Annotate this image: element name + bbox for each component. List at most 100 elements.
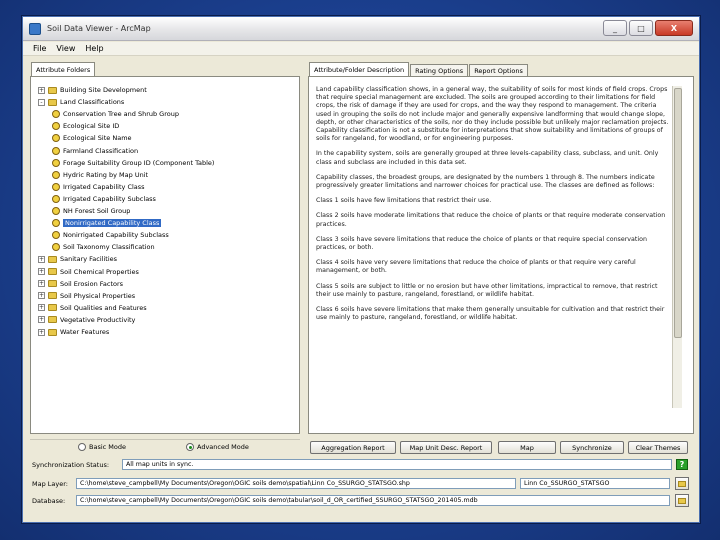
menu-file[interactable]: File — [29, 44, 50, 53]
attribute-icon — [52, 207, 60, 215]
basic-mode-radio[interactable] — [78, 443, 86, 451]
divider — [30, 439, 300, 440]
expand-icon[interactable]: + — [38, 268, 45, 275]
folder-icon — [48, 98, 57, 106]
map-layer-browse-button[interactable] — [675, 477, 689, 490]
synchronize-button[interactable]: Synchronize — [560, 441, 624, 454]
tree-item-row[interactable]: Conservation Tree and Shrub Group — [52, 108, 179, 120]
tree-item-row[interactable]: Irrigated Capability Subclass — [52, 193, 156, 205]
tree-item-row[interactable]: Hydric Rating by Map Unit — [52, 169, 148, 181]
map-button[interactable]: Map — [498, 441, 556, 454]
tree-item-label: Water Features — [60, 328, 110, 336]
tree-item-label: Forage Suitability Group ID (Component T… — [63, 158, 215, 167]
expand-icon[interactable]: + — [38, 255, 45, 263]
tree-folder-row[interactable]: + Building Site Development — [38, 84, 147, 96]
description-paragraph: Class 1 soils have few limitations that … — [316, 197, 492, 205]
tree-folder-row[interactable]: - Land Classifications — [38, 96, 124, 108]
description-text: Land capability classification shows, in… — [316, 86, 672, 406]
close-button[interactable]: X — [655, 20, 693, 36]
minimize-button[interactable]: _ — [603, 20, 627, 36]
tree-folder-row[interactable]: + Vegetative Productivity — [38, 314, 135, 326]
tab-report-options[interactable]: Report Options — [469, 64, 528, 76]
title-bar: Soil Data Viewer - ArcMap _ □ X — [23, 17, 699, 41]
tree-item-row[interactable]: NH Forest Soil Group — [52, 205, 130, 217]
attribute-icon — [52, 170, 60, 179]
tab-attribute-folders[interactable]: Attribute Folders — [31, 62, 96, 76]
folder-icon — [48, 304, 57, 312]
tree-folder-row[interactable]: + Sanitary Facilities — [38, 253, 117, 265]
tree-folder-row[interactable]: + Soil Qualities and Features — [38, 302, 147, 314]
folder-icon — [48, 280, 57, 288]
tab-attribute-description[interactable]: Attribute/Folder Description — [309, 62, 410, 76]
expand-icon[interactable]: + — [38, 316, 45, 324]
menu-view[interactable]: View — [52, 44, 79, 53]
folder-icon — [48, 292, 57, 300]
tree-item-label: Hydric Rating by Map Unit — [63, 170, 149, 179]
expand-icon[interactable]: + — [38, 328, 45, 336]
menu-bar: File View Help — [23, 42, 699, 56]
status-ok-icon: ? — [676, 459, 688, 470]
expand-icon[interactable]: + — [38, 304, 45, 312]
folder-icon — [48, 316, 57, 324]
advanced-mode-label: Advanced Mode — [197, 443, 249, 451]
map-unit-report-button[interactable]: Map Unit Desc. Report — [400, 441, 492, 454]
clear-themes-button[interactable]: Clear Themes — [628, 441, 688, 454]
tree-folder-row[interactable]: + Soil Erosion Factors — [38, 278, 123, 290]
description-paragraph: In the capability system, soils are gene… — [316, 150, 659, 166]
tab-rating-options[interactable]: Rating Options — [410, 64, 469, 76]
basic-mode-option[interactable]: Basic Mode — [78, 443, 126, 451]
tree-item-label: Soil Erosion Factors — [60, 279, 124, 288]
tree-item-label: Conservation Tree and Shrub Group — [63, 110, 179, 119]
attribute-icon — [52, 194, 60, 203]
collapse-icon[interactable]: - — [38, 98, 45, 106]
maximize-button[interactable]: □ — [629, 20, 653, 36]
tree-folder-row[interactable]: + Water Features — [38, 326, 109, 338]
attribute-icon — [52, 146, 60, 155]
app-icon — [29, 22, 41, 35]
map-layer-name-field[interactable]: Linn Co_SSURGO_STATSGO — [520, 478, 670, 489]
aggregation-report-button[interactable]: Aggregation Report — [310, 441, 396, 454]
advanced-mode-option[interactable]: Advanced Mode — [186, 443, 249, 451]
tree-item-label: Soil Physical Properties — [60, 291, 136, 300]
tree-item-row[interactable]: Farmland Classification — [52, 145, 138, 157]
tree-folder-row[interactable]: + Soil Physical Properties — [38, 290, 135, 302]
description-paragraph: Capability classes, the broadest groups,… — [316, 173, 655, 190]
tree-item-label: Irrigated Capability Subclass — [63, 194, 156, 203]
database-browse-button[interactable] — [675, 494, 689, 507]
tree-item-row[interactable]: Soil Taxonomy Classification — [52, 241, 155, 253]
attribute-icon — [52, 243, 60, 252]
tree-item-row[interactable]: Nonirrigated Capability Class — [52, 217, 162, 229]
tree-folder-row[interactable]: + Soil Chemical Properties — [38, 266, 139, 278]
tree-item-row[interactable]: Irrigated Capability Class — [52, 181, 145, 193]
attribute-icon — [52, 231, 60, 240]
basic-mode-label: Basic Mode — [89, 443, 126, 451]
tree-item-label: Ecological Site ID — [63, 122, 120, 131]
advanced-mode-radio[interactable] — [186, 443, 194, 451]
menu-help[interactable]: Help — [81, 44, 107, 53]
folder-icon — [48, 255, 57, 263]
folder-icon — [48, 268, 57, 275]
sync-status-label: Synchronization Status: — [32, 461, 110, 469]
description-paragraph: Class 4 soils have very severe limitatio… — [316, 259, 636, 275]
tree-item-row[interactable]: Forage Suitability Group ID (Component T… — [52, 157, 214, 169]
tree-item-label: Sanitary Facilities — [60, 255, 118, 264]
attribute-icon — [52, 182, 60, 191]
sync-status-field: All map units in sync. — [122, 459, 672, 470]
tree-item-row[interactable]: Ecological Site Name — [52, 132, 132, 144]
tree-item-label: Land Classifications — [60, 98, 125, 107]
description-scrollbar[interactable] — [672, 86, 682, 408]
attribute-icon — [52, 122, 60, 131]
folder-icon — [48, 86, 57, 94]
map-layer-path-field: C:\home\steve_campbell\My Documents\Oreg… — [76, 478, 516, 489]
tree-item-row[interactable]: Nonirrigated Capability Subclass — [52, 229, 169, 241]
attribute-tree: + Building Site Development - Land Classifi… — [38, 84, 296, 430]
folder-icon — [678, 497, 686, 504]
expand-icon[interactable]: + — [38, 280, 45, 288]
expand-icon[interactable]: + — [38, 86, 45, 94]
map-layer-label: Map Layer: — [32, 480, 68, 488]
expand-icon[interactable]: + — [38, 292, 45, 300]
tree-item-label: Soil Taxonomy Classification — [63, 243, 155, 252]
scrollbar-thumb[interactable] — [674, 88, 682, 338]
attribute-icon — [52, 110, 60, 119]
tree-item-row[interactable]: Ecological Site ID — [52, 120, 119, 132]
